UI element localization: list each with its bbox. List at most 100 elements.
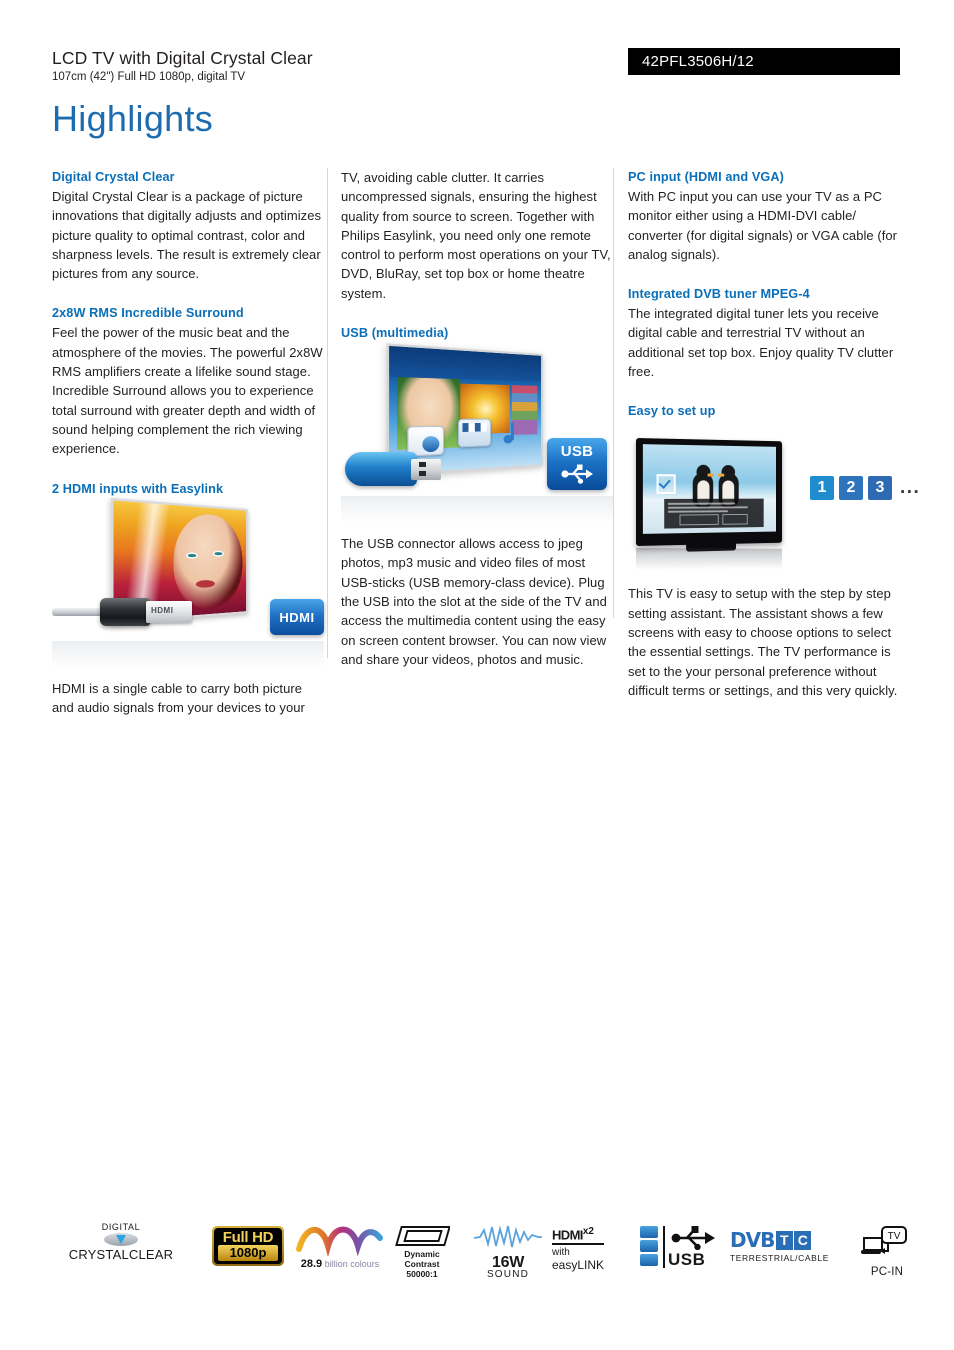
dialog-button-1 (679, 514, 719, 526)
hdmi-tv-cable-illustration: HDMI HDMI (52, 497, 324, 667)
cable-plug-label: HDMI (151, 605, 174, 615)
easy-setup-illustration: 1 2 3 ... (628, 430, 919, 571)
column-3: PC input (HDMI and VGA) With PC input yo… (628, 168, 919, 700)
logo-separator (663, 1226, 665, 1268)
column-divider-2 (613, 168, 614, 618)
media-tile-photo (640, 1240, 658, 1252)
dcc-logo-line1: DIGITAL (101, 1222, 141, 1232)
pc-in-label: PC-IN (870, 1266, 904, 1278)
eye-left-graphic (185, 551, 199, 559)
section-heading-easy-to-set-up: Easy to set up (628, 404, 716, 419)
section-body-digital-crystal-clear: Digital Crystal Clear is a package of pi… (52, 189, 322, 282)
easylink-label: easyLINK (552, 1258, 605, 1273)
sound-label: SOUND (486, 1269, 530, 1280)
section-heading-incredible-surround: 2x8W RMS Incredible Surround (52, 306, 244, 321)
usb-trident-icon (561, 464, 593, 484)
model-number-bar: 42PFL3506H/12 (628, 48, 900, 75)
step-badge-3: 3 (868, 476, 892, 501)
eye-icon (104, 1233, 138, 1246)
eye-right-graphic (212, 550, 224, 557)
hdmi-badge-label: HDMI (279, 609, 315, 625)
step-badge-2: 2 (839, 476, 863, 501)
usb-tv-illustration: USB (341, 343, 613, 523)
section-body-pc-input: With PC input you can use your TV as a P… (628, 189, 898, 262)
step-badge-1: 1 (810, 476, 834, 501)
hdmi-qty: x2 (582, 1226, 594, 1237)
dvb-c-badge: C (794, 1230, 812, 1250)
column-2: TV, avoiding cable clutter. It carries u… (341, 168, 613, 669)
usb-stick-body (345, 452, 417, 487)
step-ellipsis: ... (900, 477, 921, 499)
hdmi-with-label: with (552, 1247, 570, 1259)
section-heading-digital-crystal-clear: Digital Crystal Clear (52, 170, 175, 184)
dvb-sublabel: TERRESTRIAL/CABLE (730, 1253, 830, 1263)
colours-caption: 28.9 billion colours (295, 1258, 385, 1270)
music-note-icon (502, 422, 522, 445)
model-number: 42PFL3506H/12 (642, 53, 754, 70)
svg-text:TV: TV (888, 1231, 901, 1242)
dvb-t-badge: T (775, 1230, 793, 1250)
checkbox-icon (656, 474, 676, 495)
hdmi-word: HDMI (552, 1227, 583, 1243)
column-divider-1 (327, 168, 328, 658)
section-body-incredible-surround: Feel the power of the music beat and the… (52, 325, 323, 457)
video-film-icon (457, 418, 492, 448)
reflection-gradient (52, 640, 324, 667)
media-tile-video (640, 1254, 658, 1266)
page-title: Highlights (52, 98, 214, 139)
usb-logo-badge: USB (547, 438, 607, 491)
section-body-usb-multimedia: The USB connector allows access to jpeg … (341, 536, 607, 667)
reflection-gradient (341, 496, 613, 523)
dcc-logo-line2: CRYSTALCLEAR (68, 1247, 174, 1262)
pc-in-logo: TV PC-IN (852, 1226, 922, 1278)
section-heading-pc-input: PC input (HDMI and VGA) (628, 170, 784, 184)
usb-footer-label: USB (668, 1250, 706, 1269)
footer-logo-strip: DIGITAL CRYSTALCLEAR Full HD 1080p 28.9 … (52, 1212, 907, 1286)
cable-body (100, 597, 150, 626)
tv-setup-assistant-graphic (636, 438, 783, 553)
usb-stick-connector (411, 459, 441, 481)
datasheet-page: LCD TV with Digital Crystal Clear 107cm … (0, 0, 954, 1350)
dvb-terrestrial-cable-logo: DVB T C TERRESTRIAL/CABLE (730, 1228, 838, 1263)
billion-colours-logo: 28.9 billion colours (295, 1226, 385, 1270)
dynamic-contrast-label: Dynamic Contrast (404, 1249, 440, 1269)
hdmi-underline (552, 1243, 604, 1246)
hdmi-cable-graphic: HDMI (52, 595, 192, 629)
media-tile-text (640, 1226, 658, 1238)
media-tiles-icon (640, 1226, 660, 1268)
section-body-hdmi-easylink: HDMI is a single cable to carry both pic… (52, 680, 305, 715)
pc-in-icon: TV (861, 1226, 907, 1254)
sound-wave-icon (473, 1225, 542, 1248)
column-1: Digital Crystal Clear Digital Crystal Cl… (52, 168, 324, 717)
1080p-label: 1080p (218, 1245, 278, 1261)
section-body-hdmi-continued: TV, avoiding cable clutter. It carries u… (341, 170, 611, 301)
reflection-gradient (636, 548, 783, 571)
cable-plug: HDMI (146, 600, 192, 623)
setup-steps-graphic: 1 2 3 ... (810, 476, 921, 501)
dvb-row: DVB T C (730, 1228, 838, 1252)
tv-screen (642, 444, 776, 535)
dynamic-contrast-logo: Dynamic Contrast 50000:1 (388, 1226, 456, 1279)
hdmi-label: HDMIx2 (552, 1226, 634, 1242)
dvb-mark: DVB (730, 1228, 775, 1252)
section-body-dvb-tuner: The integrated digital tuner lets you re… (628, 306, 894, 380)
full-hd-label: Full HD (222, 1229, 274, 1246)
hdmi-logo-badge: HDMI (270, 598, 324, 635)
dynamic-contrast-ratio: 50000:1 (406, 1269, 438, 1279)
section-body-easy-to-set-up: This TV is easy to setup with the step b… (628, 586, 898, 698)
usb-badge-label: USB (560, 443, 594, 461)
sound-output-logo: 16W SOUND (472, 1224, 544, 1280)
hdmi-easylink-logo: HDMIx2 with easyLINK (552, 1226, 634, 1272)
section-heading-usb-multimedia: USB (multimedia) (341, 326, 449, 341)
full-hd-1080p-logo: Full HD 1080p (212, 1226, 284, 1266)
colour-wave-icon (296, 1226, 383, 1256)
woman-face-graphic (173, 511, 243, 610)
onscreen-dialog (664, 498, 764, 529)
dialog-button-2 (722, 514, 748, 526)
colours-text: billion colours (324, 1259, 380, 1269)
